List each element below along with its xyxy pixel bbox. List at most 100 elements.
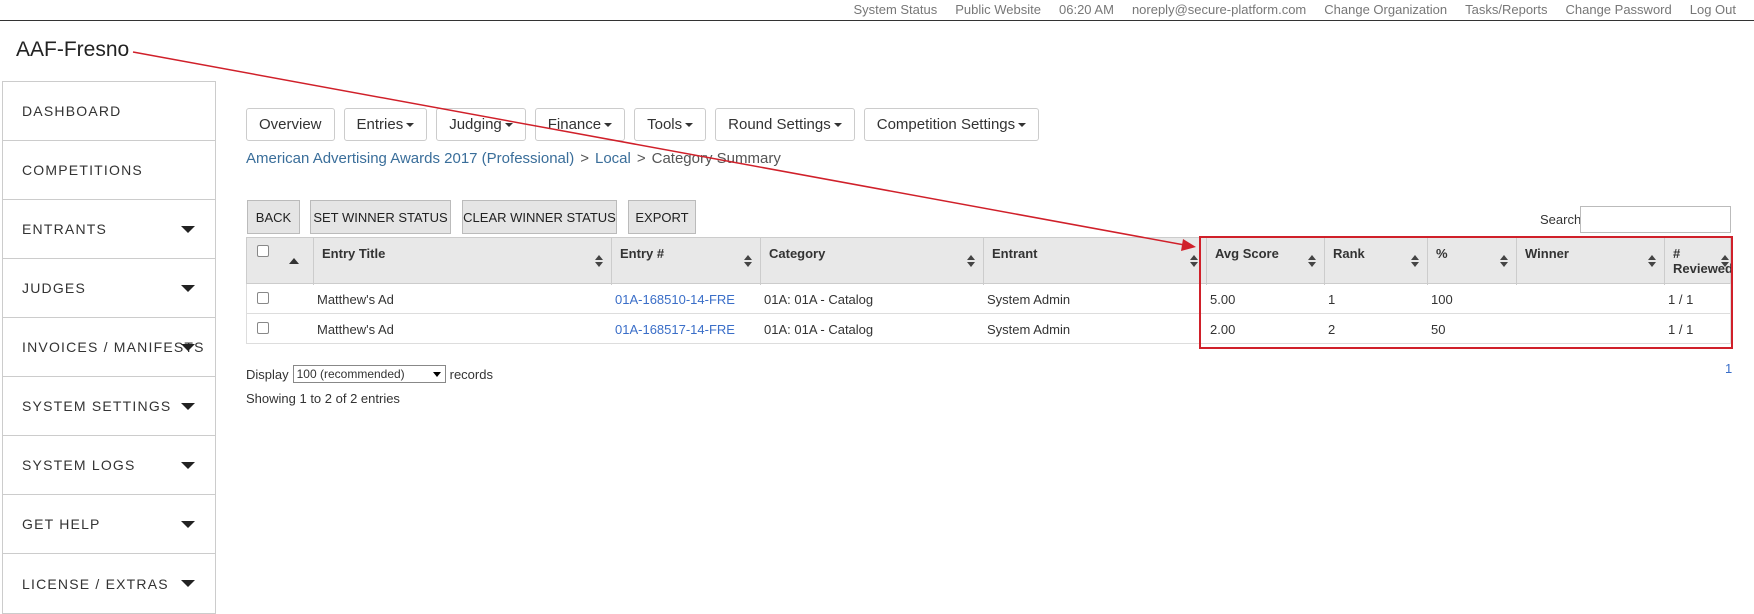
display-label: Display — [246, 366, 289, 382]
column-label: Reviewed — [1673, 261, 1733, 276]
category: 01A: 01A - Catalog — [764, 322, 874, 337]
select-all-checkbox[interactable] — [257, 245, 269, 257]
back-button[interactable]: BACK — [247, 200, 300, 234]
top-bar: System Status Public Website 06:20 AM no… — [0, 0, 1754, 21]
clear-winner-status-button[interactable]: CLEAR WINNER STATUS — [462, 200, 617, 234]
sidebar-item-get-help[interactable]: GET HELP — [3, 495, 215, 554]
judging-menu-button[interactable]: Judging — [436, 108, 526, 141]
sort-asc-icon[interactable] — [289, 258, 299, 264]
user-email[interactable]: noreply@secure-platform.com — [1132, 2, 1306, 17]
column-reviewed[interactable]: # Reviewed — [1664, 238, 1733, 285]
breadcrumb: American Advertising Awards 2017 (Profes… — [246, 150, 781, 167]
overview-button[interactable]: Overview — [246, 108, 335, 141]
breadcrumb-round-link[interactable]: Local — [595, 150, 631, 167]
row-checkbox[interactable] — [257, 292, 269, 304]
public-website-link[interactable]: Public Website — [955, 2, 1041, 17]
round-settings-menu-button[interactable]: Round Settings — [715, 108, 855, 141]
dropdown-caret-icon — [604, 122, 613, 127]
sidebar-item-dashboard[interactable]: DASHBOARD — [3, 82, 215, 141]
entries-label: Entries — [356, 116, 404, 133]
avg-score: 2.00 — [1210, 322, 1236, 337]
judging-label: Judging — [449, 116, 502, 133]
caret-down-icon — [181, 226, 195, 233]
entry-number-link[interactable]: 01A-168510-14-FRE — [615, 292, 735, 307]
select-arrow-icon — [432, 372, 441, 377]
overview-label: Overview — [259, 116, 322, 133]
sidebar-item-label: GET HELP — [22, 516, 101, 532]
dropdown-caret-icon — [1018, 122, 1027, 127]
sidebar-item-entrants[interactable]: ENTRANTS — [3, 200, 215, 259]
column-category[interactable]: Category — [760, 238, 983, 285]
table-row[interactable]: Matthew's Ad 01A-168510-14-FRE 01A: 01A … — [246, 284, 1731, 314]
sidebar-item-system-settings[interactable]: SYSTEM SETTINGS — [3, 377, 215, 436]
entry-title: Matthew's Ad — [317, 322, 394, 337]
column-label: Entry Title — [322, 246, 386, 261]
sidebar-item-system-logs[interactable]: SYSTEM LOGS — [3, 436, 215, 495]
column-label: Entry # — [620, 246, 665, 261]
tools-label: Tools — [647, 116, 683, 133]
page-length-control: Display 100 (recommended) records — [246, 365, 493, 383]
reviewed-count: 1 / 1 — [1668, 292, 1694, 307]
caret-down-icon — [181, 403, 195, 410]
showing-entries-text: Showing 1 to 2 of 2 entries — [246, 391, 400, 406]
column-entry-title[interactable]: Entry Title — [313, 238, 611, 285]
search-label: Search: — [1540, 212, 1585, 227]
sort-icon — [1308, 255, 1316, 268]
change-organization-link[interactable]: Change Organization — [1324, 2, 1447, 17]
column-rank[interactable]: Rank — [1324, 238, 1427, 285]
tools-menu-button[interactable]: Tools — [634, 108, 707, 141]
sidebar-item-judges[interactable]: JUDGES — [3, 259, 215, 318]
entry-title: Matthew's Ad — [317, 292, 394, 307]
breadcrumb-current: Category Summary — [651, 150, 781, 167]
system-status-link[interactable]: System Status — [853, 2, 937, 17]
entrant: System Admin — [987, 322, 1071, 337]
change-password-link[interactable]: Change Password — [1566, 2, 1672, 17]
sort-icon — [1500, 255, 1508, 268]
column-percent[interactable]: % — [1427, 238, 1516, 285]
entry-number-link[interactable]: 01A-168517-14-FRE — [615, 322, 735, 337]
search-input[interactable] — [1580, 206, 1731, 233]
tasks-reports-link[interactable]: Tasks/Reports — [1465, 2, 1547, 17]
round-settings-label: Round Settings — [728, 116, 831, 133]
rank: 2 — [1328, 322, 1336, 337]
table-row[interactable]: Matthew's Ad 01A-168517-14-FRE 01A: 01A … — [246, 314, 1731, 344]
records-label: records — [449, 366, 493, 382]
sort-icon — [967, 255, 975, 268]
finance-menu-button[interactable]: Finance — [534, 108, 626, 141]
sidebar: DASHBOARD COMPETITIONS ENTRANTS JUDGES I… — [2, 81, 216, 614]
column-avg-score[interactable]: Avg Score — [1206, 238, 1324, 285]
reviewed-count: 1 / 1 — [1668, 322, 1694, 337]
sidebar-item-competitions[interactable]: COMPETITIONS — [3, 141, 215, 200]
pagination-page-1[interactable]: 1 — [1725, 361, 1732, 376]
page-length-select[interactable]: 100 (recommended) — [292, 365, 446, 383]
column-label: Winner — [1525, 246, 1569, 261]
column-entrant[interactable]: Entrant — [983, 238, 1206, 285]
caret-down-icon — [181, 521, 195, 528]
log-out-link[interactable]: Log Out — [1690, 2, 1736, 17]
sidebar-item-label: LICENSE / EXTRAS — [22, 575, 169, 592]
column-label: Entrant — [992, 246, 1038, 261]
entries-menu-button[interactable]: Entries — [343, 108, 428, 141]
select-all-header — [247, 238, 313, 285]
sidebar-item-invoices-manifests[interactable]: INVOICES / MANIFESTS — [3, 318, 215, 377]
column-winner[interactable]: Winner — [1516, 238, 1664, 285]
competition-settings-label: Competition Settings — [876, 116, 1016, 133]
breadcrumb-competition-link[interactable]: American Advertising Awards 2017 (Profes… — [246, 150, 574, 167]
clock-text: 06:20 AM — [1059, 2, 1114, 17]
sort-icon — [1648, 255, 1656, 268]
export-button[interactable]: EXPORT — [628, 200, 696, 234]
finance-label: Finance — [547, 116, 602, 133]
rank: 1 — [1328, 292, 1336, 307]
sidebar-item-label: JUDGES — [22, 280, 86, 296]
competition-settings-menu-button[interactable]: Competition Settings — [863, 108, 1040, 141]
sort-icon — [744, 255, 752, 268]
sidebar-item-label: SYSTEM LOGS — [22, 457, 136, 473]
page-length-value: 100 (recommended) — [296, 367, 405, 381]
sort-icon — [1411, 255, 1419, 268]
competition-nav: Overview Entries Judging Finance Tools R… — [246, 108, 1040, 141]
set-winner-status-button[interactable]: SET WINNER STATUS — [310, 200, 451, 234]
caret-down-icon — [181, 344, 195, 351]
sidebar-item-license-extras[interactable]: LICENSE / EXTRAS — [3, 554, 215, 613]
column-entry-number[interactable]: Entry # — [611, 238, 760, 285]
row-checkbox[interactable] — [257, 322, 269, 334]
